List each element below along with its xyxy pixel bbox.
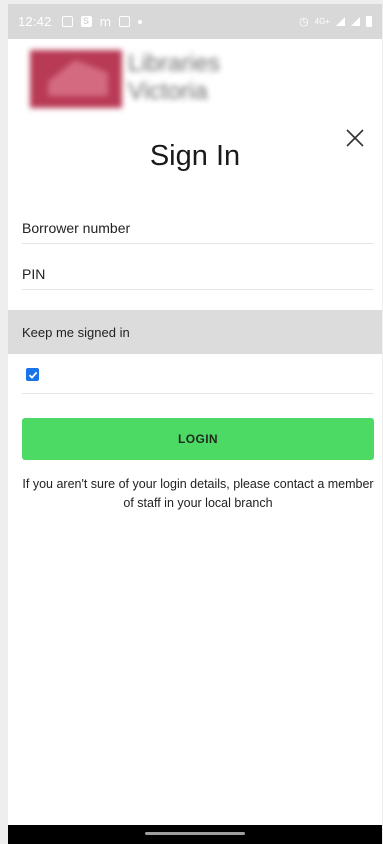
login-help-text: If you aren't sure of your login details… <box>22 477 374 510</box>
logo-mark <box>30 50 122 108</box>
keep-signed-in-header: Keep me signed in <box>8 310 382 354</box>
mcdonalds-icon: ⅿ <box>99 14 112 29</box>
pin-field[interactable] <box>22 250 374 290</box>
borrower-number-field[interactable] <box>22 204 374 244</box>
system-icons: ◷ 4G+ <box>299 15 372 28</box>
s-app-icon: S <box>80 16 92 27</box>
notification-icon <box>61 16 73 27</box>
home-gesture-handle[interactable] <box>145 832 245 835</box>
signal-icon <box>336 17 345 26</box>
status-bar: 12:42 S ⅿ ◷ 4G+ <box>8 4 382 39</box>
keep-signed-in-label: Keep me signed in <box>22 324 130 340</box>
message-icon <box>119 16 131 27</box>
login-button[interactable]: LOGIN <box>22 418 374 460</box>
notification-icons: S ⅿ <box>61 14 143 29</box>
network-type: 4G+ <box>314 17 330 26</box>
page-title: Sign In <box>149 140 241 172</box>
borrower-number-input[interactable] <box>22 204 374 243</box>
keep-signed-in-checkbox[interactable] <box>26 368 39 381</box>
battery-icon <box>366 16 372 27</box>
navigation-bar <box>8 825 382 844</box>
status-time: 12:42 <box>18 14 52 29</box>
alarm-icon: ◷ <box>299 16 309 28</box>
libraries-victoria-logo: Libraries Victoria <box>30 48 260 112</box>
logo-text-line2: Victoria <box>128 78 208 105</box>
checkmark-icon <box>28 371 37 379</box>
signal-icon <box>351 17 360 26</box>
pin-input[interactable] <box>22 250 374 289</box>
dot-icon <box>138 19 143 24</box>
app-screen: 12:42 S ⅿ ◷ 4G+ Libraries Victoria Sign … <box>8 4 382 844</box>
keep-signed-in-row <box>22 356 374 394</box>
logo-text-line1: Libraries <box>128 50 221 77</box>
